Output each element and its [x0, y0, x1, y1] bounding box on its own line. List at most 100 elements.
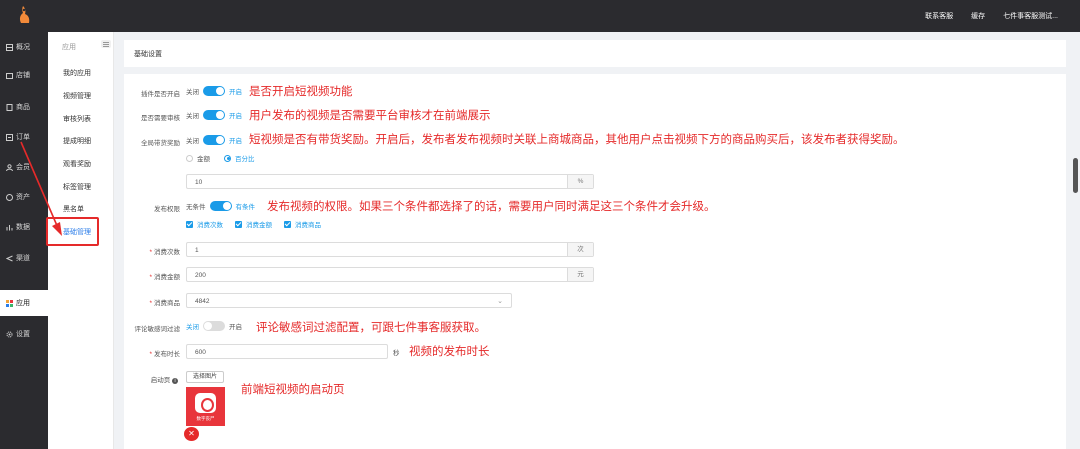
- need-review-switch-group: 关闭 开启: [186, 110, 242, 120]
- main-sidebar: 概况 店铺 商品 订单 会员 资产 数据 渠道 应用 设置: [0, 32, 48, 449]
- switch-on-text: 有条件: [235, 204, 256, 211]
- switch-off-text: 关闭: [186, 113, 199, 120]
- checkbox-label: 消费商品: [295, 222, 321, 229]
- asset-icon: [5, 193, 13, 201]
- checkbox-checked-icon: [235, 220, 242, 228]
- sidebar-item-goods[interactable]: 商品: [0, 94, 48, 120]
- checkbox-label: 消费金额: [246, 222, 272, 229]
- sidebar-item-settings[interactable]: 设置: [0, 321, 48, 347]
- sidebar-item-apps[interactable]: 应用: [0, 290, 48, 316]
- submenu-header: 应用: [62, 44, 76, 51]
- splash-label: 启动页 i: [120, 374, 178, 384]
- consume-count-input[interactable]: 1 次: [186, 242, 594, 257]
- consume-goods-select[interactable]: 4842 ⌄: [186, 293, 512, 308]
- input-value: 1: [195, 247, 199, 254]
- publish-duration-input[interactable]: 600: [186, 344, 388, 359]
- switch-on-text: 开启: [229, 113, 242, 120]
- order-icon: [5, 133, 13, 141]
- shop-icon: [5, 71, 13, 79]
- reward-amount-input[interactable]: 10 %: [186, 174, 594, 189]
- apps-icon: [5, 299, 13, 307]
- publish-duration-label: * 发布时长: [149, 351, 180, 358]
- comment-filter-toggle[interactable]: [203, 321, 225, 331]
- submenu-item-my-apps[interactable]: 我的应用: [63, 68, 91, 78]
- input-value: 200: [195, 272, 206, 279]
- reward-note: 短视频是否有带货奖励。开启后，发布者发布视频时关联上商城商品，其他用户点击视频下…: [249, 134, 905, 146]
- reward-type-radio-group: 金额 百分比: [186, 153, 255, 163]
- consume-count-label: * 消费次数: [149, 249, 180, 256]
- channel-icon: [5, 254, 13, 262]
- submenu-item-video-manage[interactable]: 视频管理: [63, 91, 91, 101]
- select-image-button[interactable]: 选择图片: [186, 371, 224, 383]
- switch-off-text: 关闭: [186, 89, 199, 96]
- switch-off-text: 无条件: [186, 204, 206, 211]
- goods-icon: [5, 103, 13, 111]
- checkbox-checked-icon: [284, 220, 291, 228]
- condition-consume-amount-checkbox[interactable]: 消费金额: [235, 219, 272, 229]
- delete-image-button[interactable]: ✕: [184, 427, 199, 441]
- info-icon: i: [172, 378, 178, 384]
- member-icon: [5, 163, 13, 171]
- input-suffix: %: [567, 175, 593, 188]
- radio-label: 金额: [197, 156, 210, 163]
- switch-off-text: 关闭: [186, 324, 199, 331]
- sidebar-item-channels[interactable]: 渠道: [0, 245, 48, 271]
- publish-duration-unit: 秒: [393, 350, 400, 357]
- switch-off-text: 关闭: [186, 138, 199, 145]
- input-suffix: 次: [567, 243, 593, 256]
- need-review-label: 是否需要审核: [141, 115, 180, 122]
- publish-duration-note: 视频的发布时长: [409, 346, 490, 358]
- need-review-note: 用户发布的视频是否需要平台审核才在前端展示: [249, 110, 491, 122]
- chevron-down-icon: ⌄: [497, 298, 503, 305]
- checkbox-checked-icon: [186, 220, 193, 228]
- panel-header: 基础设置: [124, 40, 1066, 67]
- contact-service-link[interactable]: 联系客服: [925, 11, 953, 21]
- submenu-item-review-list[interactable]: 审核列表: [63, 114, 91, 124]
- condition-consume-count-checkbox[interactable]: 消费次数: [186, 219, 223, 229]
- reward-switch-group: 关闭 开启: [186, 135, 242, 145]
- account-menu[interactable]: 七件事客服测试...: [1003, 11, 1058, 21]
- sidebar-item-label: 设置: [16, 331, 30, 338]
- switch-on-text: 开启: [229, 89, 242, 96]
- radio-label: 百分比: [235, 156, 255, 163]
- need-review-toggle[interactable]: [203, 110, 225, 120]
- splash-note: 前端短视频的启动页: [241, 384, 345, 396]
- reward-type-percent-radio[interactable]: 百分比: [224, 153, 255, 163]
- collapse-menu-icon[interactable]: [101, 40, 111, 48]
- preview-caption: 数字丧尸: [196, 416, 215, 421]
- comment-filter-note: 评论敏感词过滤配置，可跟七件事客服获取。: [256, 322, 486, 334]
- page-scrollbar[interactable]: [1073, 158, 1078, 193]
- consume-amount-input[interactable]: 200 元: [186, 267, 594, 282]
- plugin-enabled-switch-group: 关闭 开启: [186, 86, 242, 96]
- app-logo-icon[interactable]: [15, 5, 33, 25]
- sidebar-item-label: 商品: [16, 104, 30, 111]
- data-icon: [5, 223, 13, 231]
- input-suffix: 元: [567, 268, 593, 281]
- condition-consume-goods-checkbox[interactable]: 消费商品: [284, 219, 321, 229]
- sidebar-item-label: 应用: [16, 300, 30, 307]
- consume-goods-label: * 消费商品: [149, 300, 180, 307]
- sidebar-item-shop[interactable]: 店铺: [0, 62, 48, 88]
- radio-circle-icon: [186, 154, 193, 162]
- cache-link[interactable]: 缓存: [971, 11, 985, 21]
- plugin-enabled-note: 是否开启短视频功能: [249, 86, 353, 98]
- publish-permission-toggle[interactable]: [209, 201, 232, 211]
- comment-filter-switch-group: 关闭 开启: [186, 321, 242, 331]
- reward-type-amount-radio[interactable]: 金额: [186, 153, 210, 163]
- brand-logo-icon: [195, 393, 216, 413]
- sidebar-item-overview[interactable]: 概况: [0, 34, 48, 60]
- publish-conditions-checks: 消费次数 消费金额 消费商品: [186, 219, 321, 229]
- publish-permission-note: 发布视频的权限。如果三个条件都选择了的话，需要用户同时满足这三个条件才会升级。: [267, 201, 716, 213]
- radio-checked-icon: [224, 154, 231, 162]
- sidebar-item-label: 概况: [16, 44, 30, 51]
- reward-label: 全局带货奖励: [141, 140, 180, 147]
- sidebar-item-label: 渠道: [16, 255, 30, 262]
- page-title: 基础设置: [134, 51, 162, 58]
- plugin-enabled-label: 插件是否开启: [141, 91, 180, 98]
- switch-on-text: 开启: [229, 138, 242, 145]
- comment-filter-label: 评论敏感词过滤: [134, 326, 181, 333]
- select-value: 4842: [195, 298, 210, 305]
- plugin-enabled-toggle[interactable]: [203, 86, 225, 96]
- checkbox-label: 消费次数: [197, 222, 223, 229]
- reward-toggle[interactable]: [203, 135, 225, 145]
